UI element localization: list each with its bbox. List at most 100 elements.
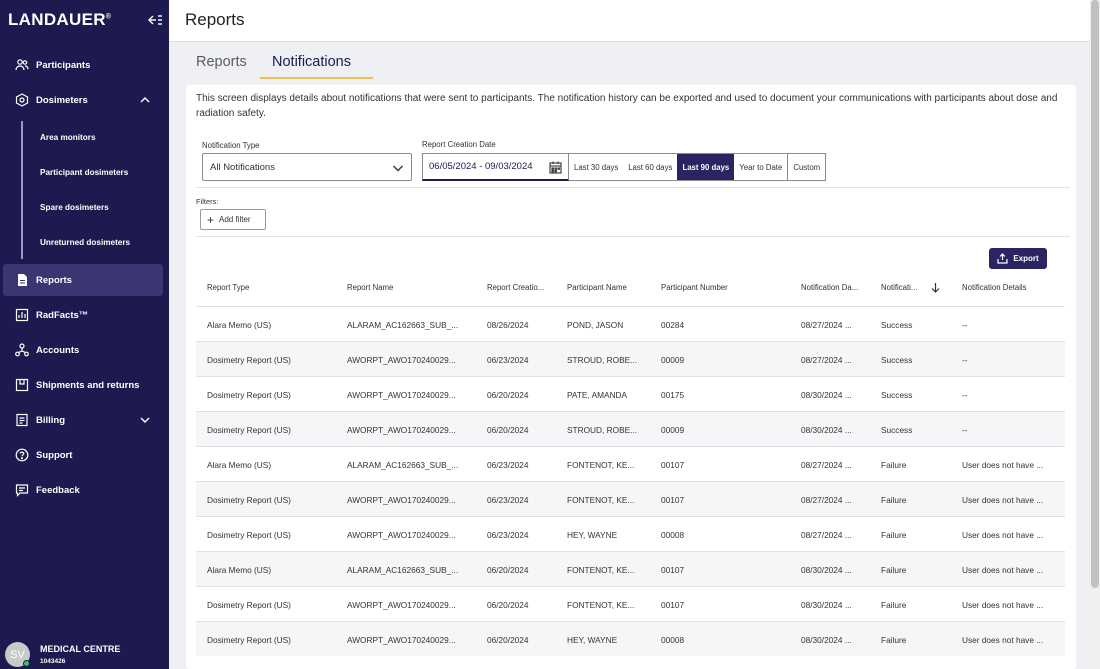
cell-report-type: Dosimetry Report (US) — [207, 600, 291, 610]
sidebar-item-label: Feedback — [36, 484, 80, 496]
column-header-participant-number[interactable]: Participant Number — [661, 283, 781, 292]
sidebar-item-shipments[interactable]: Shipments and returns — [3, 369, 163, 401]
export-icon — [997, 253, 1008, 264]
sidebar-item-support[interactable]: Support — [3, 439, 163, 471]
column-header-notification-details[interactable]: Notification Details — [962, 283, 1062, 292]
tab-reports[interactable]: Reports — [196, 54, 247, 70]
report-creation-date-label: Report Creation Date — [422, 140, 496, 149]
sort-arrow-down-icon[interactable] — [930, 282, 941, 293]
cell-participant-number: 00107 — [661, 600, 685, 610]
table-row[interactable]: Dosimetry Report (US) AWORPT_AWO170240029… — [196, 516, 1065, 551]
chevron-up-icon[interactable] — [139, 94, 151, 106]
preset-last-30-days[interactable]: Last 30 days — [569, 154, 623, 180]
cell-participant-name: POND, JASON — [567, 320, 624, 330]
dosimeter-icon — [15, 93, 29, 107]
sidebar-subitem-participant-dosimeters[interactable]: Participant dosimeters — [40, 168, 128, 177]
sidebar-item-label: Billing — [36, 414, 66, 426]
scrollbar-thumb[interactable] — [1091, 0, 1099, 588]
table-row[interactable]: Alara Memo (US) ALARAM_AC162663_SUB_... 06… — [196, 446, 1065, 481]
cell-report-creation-date: 06/23/2024 — [487, 530, 529, 540]
preset-last-90-days[interactable]: Last 90 days — [677, 154, 735, 180]
sidebar-item-participants[interactable]: Participants — [3, 49, 163, 81]
box-icon — [15, 378, 29, 392]
calendar-icon[interactable] — [549, 161, 562, 174]
column-header-report-type[interactable]: Report Type — [207, 283, 327, 292]
sidebar-subitem-area-monitors[interactable]: Area monitors — [40, 133, 96, 142]
cell-notification-date: 08/30/2024 ... — [801, 390, 852, 400]
cell-participant-number: 00008 — [661, 530, 685, 540]
cell-report-type: Dosimetry Report (US) — [207, 530, 291, 540]
cell-report-creation-date: 08/26/2024 — [487, 320, 529, 330]
cell-report-type: Alara Memo (US) — [207, 320, 272, 330]
sidebar-item-reports[interactable]: Reports — [3, 264, 163, 296]
chevron-down-icon[interactable] — [139, 414, 151, 426]
preset-year-to-date[interactable]: Year to Date — [734, 154, 787, 180]
column-header-notification-status[interactable]: Notificati... — [881, 283, 931, 292]
collapse-sidebar-icon[interactable] — [147, 12, 163, 28]
cell-report-name: AWORPT_AWO170240029... — [347, 530, 456, 540]
column-header-report-creation[interactable]: Report Creatio... — [487, 283, 557, 292]
table-row[interactable]: Dosimetry Report (US) AWORPT_AWO170240029… — [196, 411, 1065, 446]
cell-report-name: ALARAM_AC162663_SUB_... — [347, 460, 459, 470]
description-text: This screen displays details about notif… — [196, 93, 1058, 119]
cell-report-name: AWORPT_AWO170240029... — [347, 635, 456, 645]
user-id: 1043426 — [40, 658, 66, 665]
sidebar-item-accounts[interactable]: Accounts — [3, 334, 163, 366]
date-range-input[interactable]: 06/05/2024 - 09/03/2024 — [422, 153, 569, 181]
cell-participant-number: 00107 — [661, 460, 685, 470]
table-row[interactable]: Alara Memo (US) ALARAM_AC162663_SUB_... 08… — [196, 306, 1065, 341]
cell-participant-name: FONTENOT, KE... — [567, 565, 635, 575]
cell-report-creation-date: 06/23/2024 — [487, 355, 529, 365]
cell-notification-status: Success — [881, 355, 913, 365]
cell-participant-number: 00008 — [661, 635, 685, 645]
cell-report-name: AWORPT_AWO170240029... — [347, 355, 456, 365]
cell-notification-status: Failure — [881, 600, 907, 610]
cell-report-name: AWORPT_AWO170240029... — [347, 390, 456, 400]
export-button[interactable]: Export — [989, 248, 1047, 269]
filters-label: Filters: — [196, 197, 219, 206]
cell-participant-number: 00284 — [661, 320, 685, 330]
brand-logo: LANDAUER® — [8, 10, 111, 30]
cell-report-name: AWORPT_AWO170240029... — [347, 600, 456, 610]
table-row[interactable]: Dosimetry Report (US) AWORPT_AWO170240029… — [196, 481, 1065, 516]
sidebar-item-label: Dosimeters — [36, 94, 88, 106]
table-row[interactable]: Dosimetry Report (US) AWORPT_AWO170240029… — [196, 341, 1065, 376]
sidebar-item-billing[interactable]: Billing — [3, 404, 163, 436]
sidebar-item-feedback[interactable]: Feedback — [3, 474, 163, 506]
notification-type-select[interactable]: All Notifications — [202, 153, 412, 181]
cell-participant-number: 00107 — [661, 495, 685, 505]
cell-notification-details: User does not have ... — [962, 460, 1044, 470]
feedback-icon — [15, 483, 29, 497]
column-header-report-name[interactable]: Report Name — [347, 283, 467, 292]
cell-participant-name: STROUD, ROBE... — [567, 355, 638, 365]
add-filter-button[interactable]: + Add filter — [200, 209, 266, 230]
user-profile[interactable]: SV MEDICAL CENTRE 1043426 — [3, 640, 169, 669]
sidebar-item-label: Support — [36, 449, 73, 461]
cell-report-creation-date: 06/23/2024 — [487, 495, 529, 505]
table-row[interactable]: Dosimetry Report (US) AWORPT_AWO170240029… — [196, 376, 1065, 411]
preset-custom[interactable]: Custom — [787, 154, 825, 180]
preset-last-60-days[interactable]: Last 60 days — [623, 154, 677, 180]
table-row[interactable]: Dosimetry Report (US) AWORPT_AWO170240029… — [196, 586, 1065, 621]
tab-notifications[interactable]: Notifications — [272, 54, 351, 70]
cell-notification-details: User does not have ... — [962, 635, 1044, 645]
people-icon — [15, 58, 29, 72]
cell-notification-details: User does not have ... — [962, 530, 1044, 540]
cell-participant-name: PATE, AMANDA — [567, 390, 628, 400]
sidebar-subitem-spare-dosimeters[interactable]: Spare dosimeters — [40, 203, 109, 212]
sidebar-subitem-unreturned-dosimeters[interactable]: Unreturned dosimeters — [40, 238, 130, 247]
column-header-notification-date[interactable]: Notification Da... — [801, 283, 871, 292]
cell-participant-name: STROUD, ROBE... — [567, 425, 638, 435]
cell-notification-status: Failure — [881, 565, 907, 575]
table-row[interactable]: Alara Memo (US) ALARAM_AC162663_SUB_... 06… — [196, 551, 1065, 586]
plus-icon: + — [207, 212, 215, 227]
sidebar-item-radfacts[interactable]: RadFacts™ — [3, 299, 163, 331]
export-label: Export — [1013, 254, 1039, 263]
sidebar-item-dosimeters[interactable]: Dosimeters — [3, 84, 163, 116]
column-header-participant-name[interactable]: Participant Name — [567, 283, 647, 292]
sidebar-item-label: RadFacts™ — [36, 309, 89, 321]
cell-notification-status: Failure — [881, 635, 907, 645]
cell-report-type: Alara Memo (US) — [207, 565, 272, 575]
sidebar-item-label: Accounts — [36, 344, 80, 356]
table-row[interactable]: Dosimetry Report (US) AWORPT_AWO170240029… — [196, 621, 1065, 656]
